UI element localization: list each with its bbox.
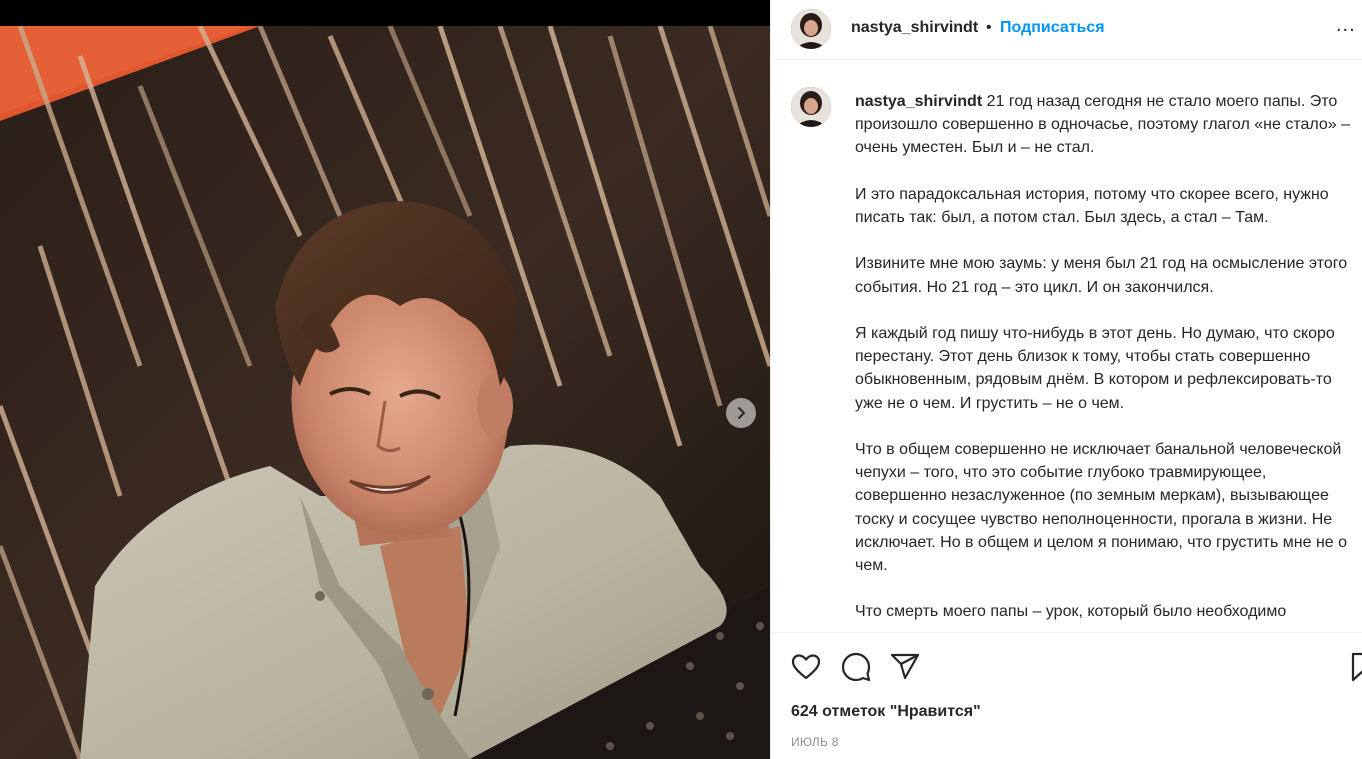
post-details-panel: nastya_shirvindt • Подписаться ... nasty… [770, 0, 1362, 759]
avatar[interactable] [791, 9, 831, 49]
likes-count[interactable]: 624 отметок "Нравится" [791, 703, 981, 721]
caption-paragraph: И это парадоксальная история, потому что… [855, 185, 1329, 226]
share-button[interactable] [889, 651, 921, 683]
post-date[interactable]: Июль 8 [791, 735, 839, 749]
bookmark-icon [1351, 652, 1362, 682]
heart-icon [791, 654, 821, 680]
comment-icon [841, 652, 871, 682]
paper-plane-icon [890, 653, 920, 680]
media-top-bar [0, 0, 770, 26]
post-caption: nastya_shirvindt 21 год назад сегодня не… [855, 90, 1355, 632]
caption-paragraph: Извините мне мою заумь: у меня был 21 го… [855, 255, 1348, 296]
caption-paragraph: Я каждый год пишу что-нибудь в этот день… [855, 324, 1335, 412]
like-button[interactable] [790, 651, 822, 683]
avatar[interactable] [791, 87, 831, 127]
caption-username[interactable]: nastya_shirvindt [855, 93, 982, 110]
caption-area: nastya_shirvindt 21 год назад сегодня не… [771, 76, 1362, 632]
save-button[interactable] [1347, 651, 1362, 683]
next-image-button[interactable] [726, 398, 756, 428]
comment-button[interactable] [840, 651, 872, 683]
caption-paragraph: Что в общем совершенно не исключает бана… [855, 440, 1348, 574]
post-photo [0, 26, 770, 759]
caption-paragraph: nastya_shirvindt 21 год назад сегодня не… [855, 90, 1355, 160]
post-header: nastya_shirvindt • Подписаться ... [771, 0, 1362, 60]
separator-dot: • [986, 19, 992, 36]
instagram-post-view: nastya_shirvindt • Подписаться ... nasty… [0, 0, 1362, 759]
post-media [0, 0, 770, 759]
header-username[interactable]: nastya_shirvindt [851, 19, 978, 37]
post-actions: 624 отметок "Нравится" Июль 8 [771, 632, 1362, 759]
follow-button[interactable]: Подписаться [1000, 19, 1105, 37]
more-options-button[interactable]: ... [1336, 14, 1356, 37]
chevron-right-icon [738, 407, 745, 419]
caption-paragraph: Что смерть моего папы – урок, который бы… [855, 603, 1287, 621]
